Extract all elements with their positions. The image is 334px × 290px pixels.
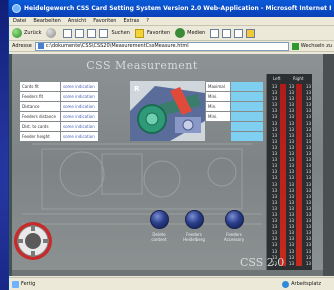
gauge-left-header: Left — [273, 76, 281, 81]
address-bar: Adresse c:\dokumente\CSS\CSS20\Measureme… — [9, 41, 334, 52]
gauge-tick-label: 13 — [305, 260, 311, 266]
feeders-heidelberg-caption: Feeders Heidelberg — [183, 232, 205, 242]
search-button[interactable]: Suchen — [99, 28, 130, 38]
back-button[interactable]: Zurück — [12, 28, 41, 38]
gauge-right-track[interactable] — [296, 84, 302, 266]
web-content: CSS Measurement Cards fit Feeders fit Di… — [9, 54, 334, 276]
right-value-field[interactable] — [231, 122, 263, 131]
status-text: Fertig — [21, 281, 36, 287]
zone-text: Arbeitsplatz — [291, 281, 321, 287]
folder-icon[interactable] — [246, 28, 256, 38]
feeders-accessory-caption: Feeders Accessory — [223, 232, 245, 242]
stop-icon[interactable] — [63, 28, 73, 38]
ie-icon — [12, 4, 21, 13]
gauge-tick-label: 13 — [288, 260, 294, 266]
menu-edit[interactable]: Bearbeiten — [33, 18, 60, 24]
label-feeders-fit: Feeders fit — [20, 92, 60, 101]
media-label: Medien — [187, 30, 206, 36]
zone-indicator: Arbeitsplatz — [282, 280, 321, 288]
address-label: Adresse — [12, 43, 32, 49]
window-title: Heidelgewerch CSS Card Setting System Ve… — [24, 5, 331, 12]
right-label-column: Maximal Mini. Min. Mini. — [206, 82, 230, 122]
left-right-gauge: Left Right 13 13 13 13 13 13 13 13 13 13 13 13 13 13 1… — [266, 74, 312, 272]
label-dist-to-cards: Dist. to cards — [20, 122, 60, 131]
search-label: Suchen — [111, 30, 130, 36]
forward-arrow-icon — [46, 28, 57, 38]
value-field[interactable]: some indication — [61, 92, 98, 101]
computer-zone-icon — [282, 280, 290, 288]
menu-bar: Datei Bearbeiten Ansicht Favoriten Extra… — [9, 17, 334, 26]
menu-file[interactable]: Datei — [13, 18, 26, 24]
gear-emblem-icon — [14, 222, 52, 260]
address-url: c:\dokumente\CSS\CSS20\MeasurementCssMea… — [45, 43, 189, 49]
label-cards-fit: Cards fit — [20, 82, 60, 91]
media-button[interactable]: Medien — [175, 28, 205, 38]
right-value-field[interactable] — [231, 92, 263, 101]
toolbar: Zurück Suchen Favoriten Medien — [9, 26, 334, 41]
favorites-button[interactable]: Favoriten — [134, 28, 171, 38]
right-value-field[interactable] — [231, 132, 263, 141]
feeders-accessory-button[interactable] — [225, 210, 244, 229]
go-button[interactable]: Wechseln zu — [291, 42, 332, 50]
address-input[interactable]: c:\dokumente\CSS\CSS20\MeasurementCssMea… — [34, 41, 289, 51]
status-bar: Fertig Arbeitsplatz — [9, 277, 334, 290]
back-arrow-icon — [12, 28, 22, 38]
value-field[interactable]: some indication — [61, 132, 98, 141]
search-icon — [99, 28, 109, 38]
favorites-star-icon — [134, 28, 144, 38]
feeder-machine-illustration — [130, 81, 205, 141]
label-mini: Mini. — [206, 92, 230, 101]
title-bar[interactable]: Heidelgewerch CSS Card Setting System Ve… — [9, 0, 334, 17]
value-field[interactable]: some indication — [61, 82, 98, 91]
refresh-icon[interactable] — [75, 28, 85, 38]
bottom-band — [12, 270, 323, 276]
label-distance: Distance — [20, 102, 60, 111]
left-label-column: Cards fit Feeders fit Distance Feeders d… — [20, 82, 60, 142]
page-status-icon — [12, 280, 19, 288]
label-mini-2: Mini. — [206, 112, 230, 121]
label-feeder-height: Feeder height — [20, 132, 60, 141]
version-title: CSS 2.0 — [240, 256, 285, 269]
value-field[interactable]: some indication — [61, 102, 98, 111]
favorites-label: Favoriten — [146, 30, 171, 36]
back-label: Zurück — [24, 30, 42, 36]
right-value-field[interactable] — [231, 102, 263, 111]
browser-window: Heidelgewerch CSS Card Setting System Ve… — [8, 0, 334, 290]
mail-icon[interactable] — [222, 28, 232, 38]
menu-help[interactable]: ? — [146, 18, 149, 24]
go-label: Wechseln zu — [300, 43, 332, 49]
page-title: CSS Measurement — [86, 59, 198, 72]
print-icon[interactable] — [234, 28, 244, 38]
delete-content-button[interactable] — [150, 210, 169, 229]
left-value-column: some indication some indication some ind… — [61, 82, 98, 142]
value-field[interactable]: some indication — [61, 112, 98, 121]
page-icon — [37, 43, 44, 49]
label-feeders-distance: Feeders distance — [20, 112, 60, 121]
machine-diagram: R — [130, 81, 205, 141]
right-value-column — [231, 82, 263, 142]
menu-tools[interactable]: Extras — [123, 18, 139, 24]
feeders-heidelberg-button[interactable] — [185, 210, 204, 229]
gauge-right-header: Right — [293, 76, 304, 81]
history-icon[interactable] — [210, 28, 220, 38]
home-icon[interactable] — [87, 28, 97, 38]
machine-marker-label: R — [134, 85, 140, 93]
gauge-scale-middle: 13 13 13 13 13 13 13 13 13 13 13 13 13 13 13 13 13 13 13 13… — [286, 84, 294, 267]
value-field[interactable]: some indication — [61, 122, 98, 131]
right-value-field[interactable] — [231, 112, 263, 121]
label-maximal: Maximal — [206, 82, 230, 91]
menu-favorites[interactable]: Favoriten — [93, 18, 116, 24]
delete-content-caption: Delete content — [151, 232, 167, 242]
menu-view[interactable]: Ansicht — [68, 18, 86, 24]
gauge-scale-right: 13 13 13 13 13 13 13 13 13 13 13 13 13 13 13 13 13 13 13 13… — [303, 84, 311, 267]
right-value-field[interactable] — [231, 82, 263, 91]
css-measurement-panel: CSS Measurement Cards fit Feeders fit Di… — [12, 54, 323, 276]
forward-button[interactable] — [46, 28, 58, 38]
go-arrow-icon — [291, 42, 299, 50]
desktop-background: Heidelgewerch CSS Card Setting System Ve… — [0, 0, 334, 290]
heidelberg-emblem — [12, 220, 54, 262]
label-min: Min. — [206, 102, 230, 111]
media-icon — [175, 28, 186, 38]
gauge-scale-left: 13 13 13 13 13 13 13 13 13 13 13 13 13 13 13 13 13 13 13 13… — [269, 84, 277, 267]
